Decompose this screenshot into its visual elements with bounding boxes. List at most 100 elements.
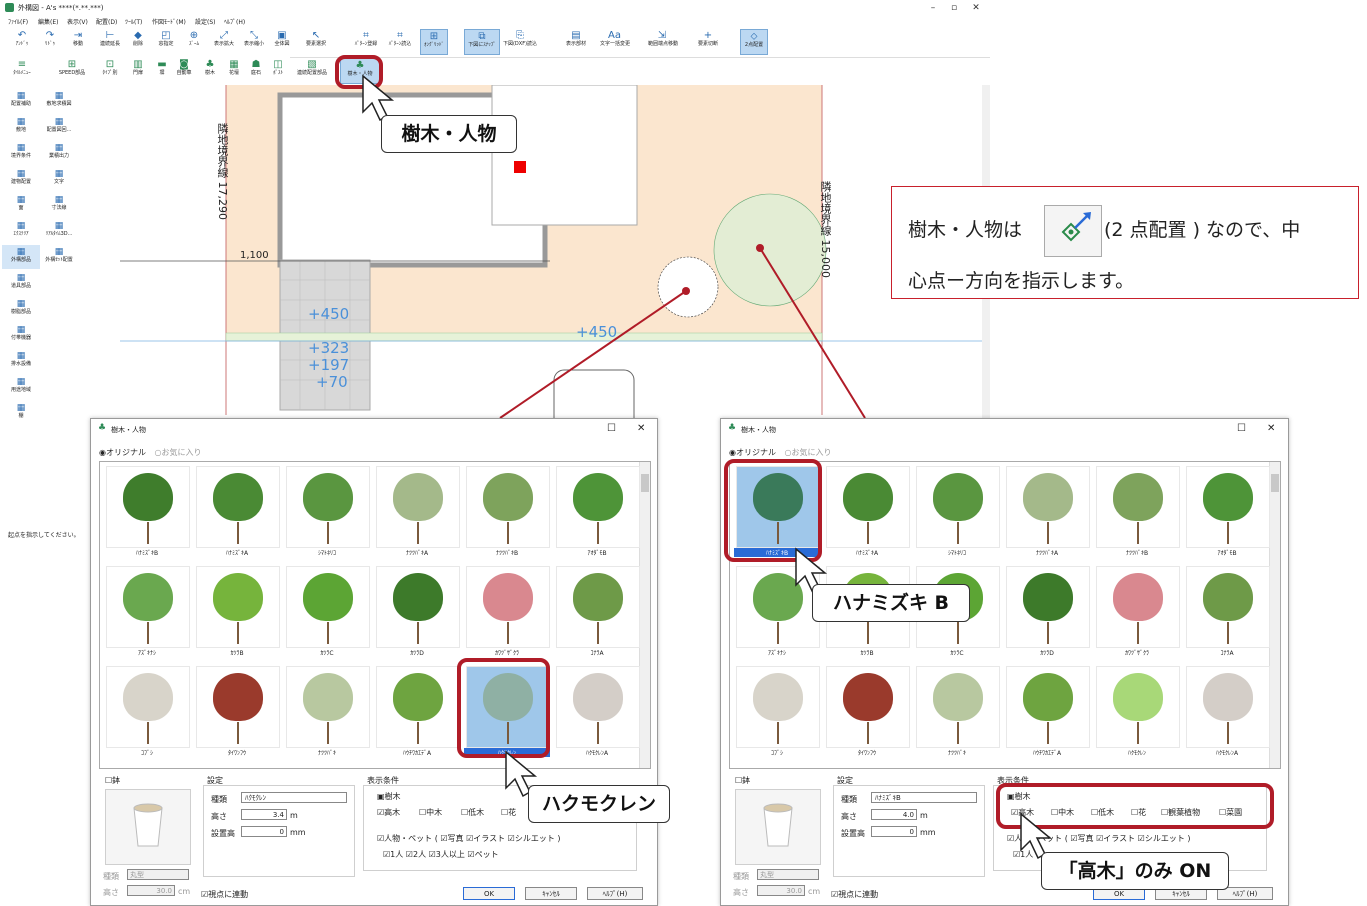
radio-original[interactable]: ◉オリジナル: [99, 448, 146, 457]
panel-site-area-button[interactable]: ▦ 敷地求積図: [40, 89, 78, 113]
grid-scrollbar[interactable]: [639, 462, 650, 768]
maximize-button[interactable]: ▫: [946, 2, 962, 14]
install-height-input[interactable]: 0: [871, 826, 917, 837]
panel-tool-parts-button[interactable]: ▦ 道具部品: [2, 271, 40, 295]
panel-boundary-button[interactable]: ▦ 境界条件: [2, 141, 40, 165]
toolbar-text-change-button[interactable]: Aa 文字一括変更: [600, 29, 630, 55]
toolbar-two-point-button[interactable]: ⬦ 2点配置: [740, 29, 768, 55]
tree-thumbnail[interactable]: ｺﾅﾗA: [554, 566, 640, 662]
panel-output-button[interactable]: ▦ 業積出力: [40, 141, 78, 165]
pot-checkbox[interactable]: ☐鉢: [105, 775, 120, 786]
panel-surface-button[interactable]: ▦ 面: [2, 193, 40, 217]
dialog-close-button[interactable]: ✕: [1267, 423, 1275, 434]
panel-building-button[interactable]: ▦ 建物配置: [2, 167, 40, 191]
tree-thumbnail[interactable]: ﾊﾅﾐｽﾞｷA: [194, 466, 280, 562]
tree-thumbnail[interactable]: ﾅﾂﾂﾊﾞｷ: [914, 666, 1000, 762]
menu-edit[interactable]: 編集(E): [38, 17, 58, 26]
pot-type-select[interactable]: 丸型: [757, 869, 819, 880]
tree-thumbnail[interactable]: ｱｵﾀﾞﾓB: [1184, 466, 1270, 562]
toolbar-select-pointer-button[interactable]: ↖ 要素選択: [302, 29, 330, 55]
panel-shelf-button[interactable]: ▦ 棚: [2, 401, 40, 425]
parts-menu-button[interactable]: ≡ ﾀｲﾙﾒﾆｭｰ: [8, 58, 36, 84]
panel-layout-button[interactable]: ▦ 配置図回...: [40, 115, 78, 139]
toolbar-zoom-in-button[interactable]: ⤢ 表示拡大: [210, 29, 238, 55]
menu-file[interactable]: ﾌｧｲﾙ(F): [8, 17, 28, 26]
type-select[interactable]: ﾊﾅﾐｽﾞｷB: [871, 792, 977, 803]
tree-thumbnail[interactable]: ﾊｸﾓｸﾚﾝA: [554, 666, 640, 762]
menu-settings[interactable]: 設定(S): [195, 17, 216, 26]
panel-realtime-3d-button[interactable]: ▦ ﾘｱﾙﾀｲﾑ3D...: [40, 219, 78, 243]
minimize-button[interactable]: –: [925, 2, 941, 14]
check-high-tree[interactable]: ☑高木: [377, 807, 400, 818]
tree-thumbnail[interactable]: ｺﾌﾞｼ: [734, 666, 820, 762]
toolbar-delete-button[interactable]: ◆ 削除: [124, 29, 152, 55]
person-pet-row[interactable]: ☑人物・ペット ( ☑写真 ☑イラスト ☑シルエット ): [377, 833, 560, 844]
close-button[interactable]: ✕: [968, 2, 984, 14]
radio-favorites[interactable]: ○お気に入り: [155, 448, 202, 457]
parts-type-button[interactable]: ⊡ ﾀｲﾌﾟ別: [96, 58, 124, 84]
dialog-close-button[interactable]: ✕: [637, 423, 645, 434]
parts-post-button[interactable]: ◫ ﾎﾟｽﾄ: [264, 58, 292, 84]
menu-help[interactable]: ﾍﾙﾌﾟ(H): [224, 17, 245, 26]
tree-thumbnail[interactable]: ｶﾜﾂﾞｻﾞｸﾗ: [464, 566, 550, 662]
tree-thumbnail[interactable]: ｶﾂﾗD: [374, 566, 460, 662]
tree-thumbnail[interactable]: ｱｵﾀﾞﾓB: [554, 466, 640, 562]
tree-thumbnail[interactable]: ｶﾂﾗB: [194, 566, 280, 662]
parts-continuous-parts-button[interactable]: ▧ 連続配置部品: [292, 58, 332, 84]
pot-height-input[interactable]: 30.0: [757, 885, 805, 896]
tree-thumbnail[interactable]: ﾅﾂﾂﾊﾞｷA: [1004, 466, 1090, 562]
menu-view[interactable]: 表示(V): [67, 17, 88, 26]
panel-text-button[interactable]: ▦ 文字: [40, 167, 78, 191]
pot-checkbox[interactable]: ☐鉢: [735, 775, 750, 786]
tree-thumbnail[interactable]: ｺﾅﾗA: [1184, 566, 1270, 662]
tree-thumbnail[interactable]: ｱｽﾞｷﾅｼ: [104, 566, 190, 662]
tree-thumbnail[interactable]: ｶﾜﾂﾞｻﾞｸﾗ: [1094, 566, 1180, 662]
panel-resin-parts-button[interactable]: ▦ 樹脂部品: [2, 297, 40, 321]
tree-thumbnail[interactable]: ﾅﾂﾂﾊﾞｷA: [374, 466, 460, 562]
tree-thumbnail[interactable]: ﾅﾂﾂﾊﾞｷ: [284, 666, 370, 762]
toolbar-zoom-button[interactable]: ⊕ ｽﾞｰﾑ: [180, 29, 208, 55]
tree-thumbnail[interactable]: ﾀｲﾜﾝﾌｳ: [824, 666, 910, 762]
grid-scrollbar[interactable]: [1269, 462, 1280, 768]
tree-thumbnail[interactable]: ﾊｸﾓｸﾚﾝ: [1094, 666, 1180, 762]
menu-mode[interactable]: 作図ﾓｰﾄﾞ(M): [152, 17, 186, 26]
tree-thumbnail[interactable]: ﾀｲﾜﾝﾌｳ: [194, 666, 280, 762]
toolbar-snap-button[interactable]: ⧉ 下図にｽﾅｯﾌﾟ: [464, 29, 500, 55]
toolbar-dxf-load-button[interactable]: ⎘ 下図(DXF)読込: [502, 29, 538, 55]
check-low-tree[interactable]: ☐低木: [461, 807, 484, 818]
parts-car-button[interactable]: ◙ 自動車: [170, 58, 198, 84]
toolbar-zoom-out-button[interactable]: ⤡ 表示縮小: [240, 29, 268, 55]
type-select[interactable]: ﾊｸﾓｸﾚﾝ: [241, 792, 347, 803]
dialog-maximize-button[interactable]: ☐: [607, 423, 616, 434]
view-link-checkbox[interactable]: ☑視点に連動: [201, 889, 248, 900]
toolbar-pattern-register-button[interactable]: ⌗ ﾊﾟﾀｰﾝ登録: [352, 29, 380, 55]
ok-button[interactable]: OK: [463, 887, 515, 900]
height-input[interactable]: 4.0: [871, 809, 917, 820]
view-link-checkbox[interactable]: ☑視点に連動: [831, 889, 878, 900]
panel-zoning-button[interactable]: ▦ 用途地域: [2, 375, 40, 399]
menu-tool[interactable]: ﾂｰﾙ(T): [125, 17, 142, 26]
toolbar-pattern-load-button[interactable]: ⌗ ﾊﾟﾀｰﾝ読込: [386, 29, 414, 55]
tree-thumbnail[interactable]: ﾊｳﾁﾜｶｴﾃﾞA: [374, 666, 460, 762]
toolbar-window-select-button[interactable]: ◰ 窓指定: [152, 29, 180, 55]
tree-thumbnail[interactable]: ｼﾏﾄﾈﾘｺ: [914, 466, 1000, 562]
tree-thumbnail[interactable]: ｶﾂﾗD: [1004, 566, 1090, 662]
height-input[interactable]: 3.4: [241, 809, 287, 820]
install-height-input[interactable]: 0: [241, 826, 287, 837]
panel-equipment-button[interactable]: ▦ 付帯機器: [2, 323, 40, 347]
menu-place[interactable]: 配置(D): [96, 17, 117, 26]
tree-thumbnail[interactable]: ﾊﾅﾐｽﾞｷB: [104, 466, 190, 562]
panel-placement-aid-button[interactable]: ▦ 配置補助: [2, 89, 40, 113]
panel-dimension-button[interactable]: ▦ 寸法線: [40, 193, 78, 217]
dialog-maximize-button[interactable]: ☐: [1237, 423, 1246, 434]
toolbar-range-move-button[interactable]: ⇲ 範囲端点移動: [648, 29, 678, 55]
help-button[interactable]: ﾍﾙﾌﾟ(H): [587, 887, 643, 900]
toolbar-extend-button[interactable]: ⊢ 連続延長: [96, 29, 124, 55]
panel-drain-button[interactable]: ▦ 排水設備: [2, 349, 40, 373]
tree-thumbnail[interactable]: ﾅﾂﾂﾊﾞｷB: [1094, 466, 1180, 562]
toolbar-fit-all-button[interactable]: ▣ 全体図: [268, 29, 296, 55]
toolbar-redo-button[interactable]: ↷ ﾘﾄﾞｩ: [36, 29, 64, 55]
toolbar-on-grid-button[interactable]: ⊞ ｵﾝｸﾞﾘｯﾄﾞ: [420, 29, 448, 55]
check-flower[interactable]: ☐花: [501, 807, 516, 818]
tree-thumbnail[interactable]: ﾊｸﾓｸﾚﾝA: [1184, 666, 1270, 762]
